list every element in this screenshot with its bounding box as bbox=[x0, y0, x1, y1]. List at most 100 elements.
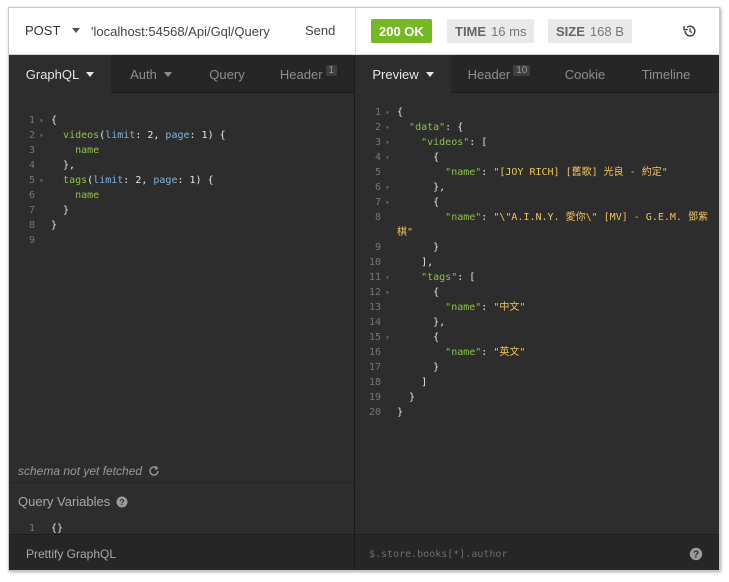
help-circle-icon[interactable]: ? bbox=[689, 547, 703, 561]
code-text: tags(limit: 2, page: 1) { bbox=[51, 173, 214, 188]
code-token: "name" bbox=[445, 167, 482, 178]
code-token: : 2, bbox=[123, 175, 154, 186]
code-token: limit bbox=[105, 130, 136, 141]
tab-query[interactable]: Query bbox=[191, 55, 263, 93]
code-line: 13 "name": "中文" bbox=[357, 300, 717, 315]
fold-arrow-icon[interactable]: ▾ bbox=[383, 285, 397, 300]
code-token: } bbox=[397, 362, 440, 373]
help-circle-icon[interactable]: ? bbox=[116, 496, 128, 508]
code-line: 5 "name": "[JOY RICH] [舊歌] 光良 - 約定" bbox=[357, 165, 717, 180]
line-number: 20 bbox=[368, 407, 381, 418]
fold-arrow-icon[interactable]: ▾ bbox=[383, 180, 397, 195]
code-token: "中文" bbox=[493, 302, 526, 313]
code-text: }, bbox=[51, 158, 75, 173]
code-token: : { bbox=[445, 122, 464, 133]
tab-label: Query bbox=[209, 66, 245, 82]
code-line: 9 bbox=[11, 233, 351, 248]
code-text: } bbox=[397, 405, 403, 420]
fold-arrow-icon[interactable]: ▾ bbox=[383, 150, 397, 165]
response-filter-bar: ? bbox=[355, 534, 719, 570]
line-number: 8 bbox=[374, 212, 381, 223]
fold-arrow-icon[interactable]: ▾ bbox=[37, 173, 51, 188]
response-preview[interactable]: 1 ▾{2 ▾ "data": {3 ▾ "videos": [4 ▾ {5 "name… bbox=[357, 105, 717, 420]
line-number: 2 bbox=[28, 130, 35, 141]
graphql-editor[interactable]: 1 ▾{2 ▾ videos(limit: 2, page: 1) {3 name 4… bbox=[11, 113, 351, 248]
fold-arrow-icon[interactable]: ▾ bbox=[383, 270, 397, 285]
code-text: } bbox=[51, 203, 69, 218]
chevron-down-icon bbox=[86, 71, 95, 77]
code-line: 2 ▾ videos(limit: 2, page: 1) { bbox=[11, 128, 351, 143]
line-number: 3 bbox=[374, 137, 381, 148]
prettify-label: Prettify GraphQL bbox=[26, 546, 117, 561]
fold-arrow-icon[interactable]: ▾ bbox=[383, 120, 397, 135]
tab-label: Preview bbox=[372, 66, 419, 82]
response-pane: Preview Header 10 Cookie Timeline 1 ▾{2 ▾ … bbox=[355, 55, 719, 570]
code-text: { bbox=[397, 105, 403, 120]
tab-graphql[interactable]: GraphQL bbox=[9, 55, 111, 93]
code-token: : bbox=[481, 302, 494, 313]
code-token: "name" bbox=[445, 347, 482, 358]
tab-header[interactable]: Header 1 bbox=[263, 55, 354, 93]
code-line: 20} bbox=[357, 405, 717, 420]
refresh-icon[interactable] bbox=[148, 465, 160, 477]
history-icon[interactable] bbox=[682, 23, 698, 39]
code-text: } bbox=[397, 390, 415, 405]
tab-timeline[interactable]: Timeline bbox=[623, 55, 709, 93]
line-number: 18 bbox=[368, 377, 381, 388]
size-badge: SIZE 168 B bbox=[548, 19, 632, 43]
tab-response-header[interactable]: Header 10 bbox=[451, 55, 547, 93]
code-token: : 1) { bbox=[189, 130, 226, 141]
code-text: name bbox=[51, 143, 99, 158]
code-token: tags bbox=[63, 175, 88, 186]
code-token: } bbox=[51, 220, 58, 231]
fold-arrow-icon[interactable]: ▾ bbox=[383, 135, 397, 150]
line-number: 6 bbox=[374, 182, 381, 193]
send-button[interactable]: Send bbox=[305, 23, 335, 38]
method-selector[interactable]: POST bbox=[25, 23, 81, 38]
code-token: : [ bbox=[469, 137, 488, 148]
tab-preview[interactable]: Preview bbox=[355, 55, 451, 93]
code-token: { bbox=[397, 197, 440, 208]
code-token: "videos" bbox=[421, 137, 470, 148]
line-number: 9 bbox=[374, 242, 381, 253]
code-text: videos(limit: 2, page: 1) { bbox=[51, 128, 226, 143]
fold-arrow-icon[interactable]: ▾ bbox=[383, 195, 397, 210]
header-count-badge: 1 bbox=[325, 64, 338, 76]
prettify-button[interactable]: Prettify GraphQL bbox=[9, 534, 354, 570]
code-text: } bbox=[51, 218, 57, 233]
code-line: 9 } bbox=[357, 240, 717, 255]
code-text: } bbox=[397, 360, 439, 375]
tab-label: Timeline bbox=[641, 66, 691, 82]
code-token: "name" bbox=[445, 302, 482, 313]
tab-label: GraphQL bbox=[25, 66, 80, 82]
fold-arrow-icon[interactable]: ▾ bbox=[383, 330, 397, 345]
code-token: { bbox=[397, 287, 440, 298]
tab-auth[interactable]: Auth bbox=[111, 55, 191, 93]
chevron-down-icon bbox=[425, 71, 434, 77]
code-token: { bbox=[397, 152, 440, 163]
code-token: ], bbox=[397, 257, 434, 268]
query-variables-header[interactable]: Query Variables ? bbox=[9, 482, 354, 520]
code-token: { bbox=[397, 107, 404, 118]
fold-arrow-icon[interactable]: ▾ bbox=[37, 113, 51, 128]
response-tabs: Preview Header 10 Cookie Timeline bbox=[355, 55, 719, 93]
code-token: : 1) { bbox=[177, 175, 214, 186]
code-token: name bbox=[75, 190, 100, 201]
fold-arrow-icon[interactable]: ▾ bbox=[383, 105, 397, 120]
code-token: : 2, bbox=[135, 130, 166, 141]
fold-arrow-icon[interactable]: ▾ bbox=[37, 128, 51, 143]
code-token: "英文" bbox=[493, 347, 526, 358]
url-input[interactable] bbox=[91, 20, 291, 42]
response-filter-input[interactable] bbox=[369, 545, 669, 563]
tab-cookie[interactable]: Cookie bbox=[547, 55, 623, 93]
